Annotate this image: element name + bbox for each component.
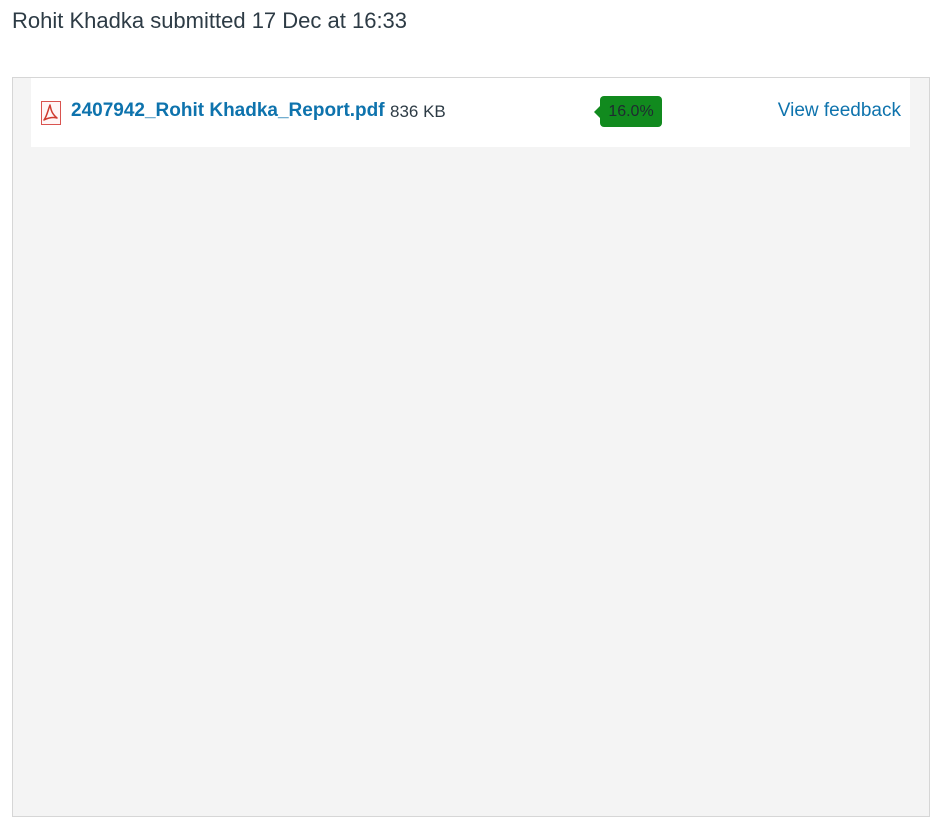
file-size: 836 KB (390, 102, 446, 121)
similarity-score-text: 16.0% (608, 103, 654, 120)
pdf-file-icon (41, 101, 61, 125)
file-download-link[interactable]: 2407942_Rohit Khadka_Report.pdf (71, 98, 385, 124)
submission-panel: 2407942_Rohit Khadka_Report.pdf 836 KB 1… (12, 77, 930, 817)
view-feedback-link[interactable]: View feedback (778, 98, 901, 124)
similarity-score-badge[interactable]: 16.0% (594, 96, 662, 127)
submitted-file-row: 2407942_Rohit Khadka_Report.pdf 836 KB 1… (31, 78, 910, 147)
submission-header: Rohit Khadka submitted 17 Dec at 16:33 (12, 8, 408, 33)
